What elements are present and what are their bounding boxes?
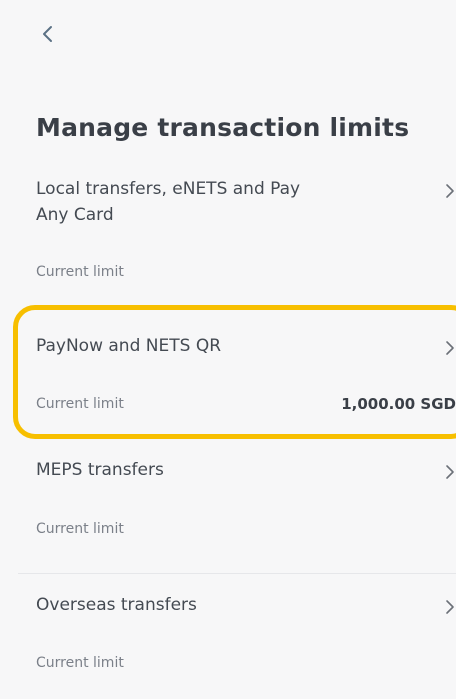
chevron-right-icon: [446, 184, 454, 198]
limits-list: Local transfers, eNETS and Pay Any Card …: [18, 168, 456, 699]
current-limit-label: Current limit: [36, 655, 124, 671]
current-limit-label: Current limit: [36, 264, 124, 280]
chevron-right-icon: [446, 341, 454, 355]
back-button[interactable]: [34, 20, 62, 48]
current-limit-label: Current limit: [36, 396, 124, 412]
limit-item-title: Overseas transfers: [36, 595, 197, 615]
limit-item-overseas-transfers[interactable]: Overseas transfers Current limit: [18, 574, 456, 699]
limit-item-title: MEPS transfers: [36, 460, 164, 480]
limit-item-local-transfers[interactable]: Local transfers, eNETS and Pay Any Card …: [18, 168, 456, 300]
limit-item-title: PayNow and NETS QR: [36, 336, 222, 356]
chevron-left-icon: [43, 26, 52, 42]
limit-item-title: Local transfers, eNETS and Pay Any Card: [36, 179, 301, 225]
limit-item-paynow-nets-qr[interactable]: PayNow and NETS QR Current limit 1,000.0…: [18, 300, 456, 444]
chevron-right-icon: [446, 600, 454, 614]
current-limit-label: Current limit: [36, 521, 124, 537]
limit-item-meps-transfers[interactable]: MEPS transfers Current limit: [18, 444, 456, 574]
chevron-right-icon: [446, 465, 454, 479]
current-limit-value: 1,000.00 SGD: [341, 395, 456, 413]
page-title: Manage transaction limits: [36, 113, 410, 142]
